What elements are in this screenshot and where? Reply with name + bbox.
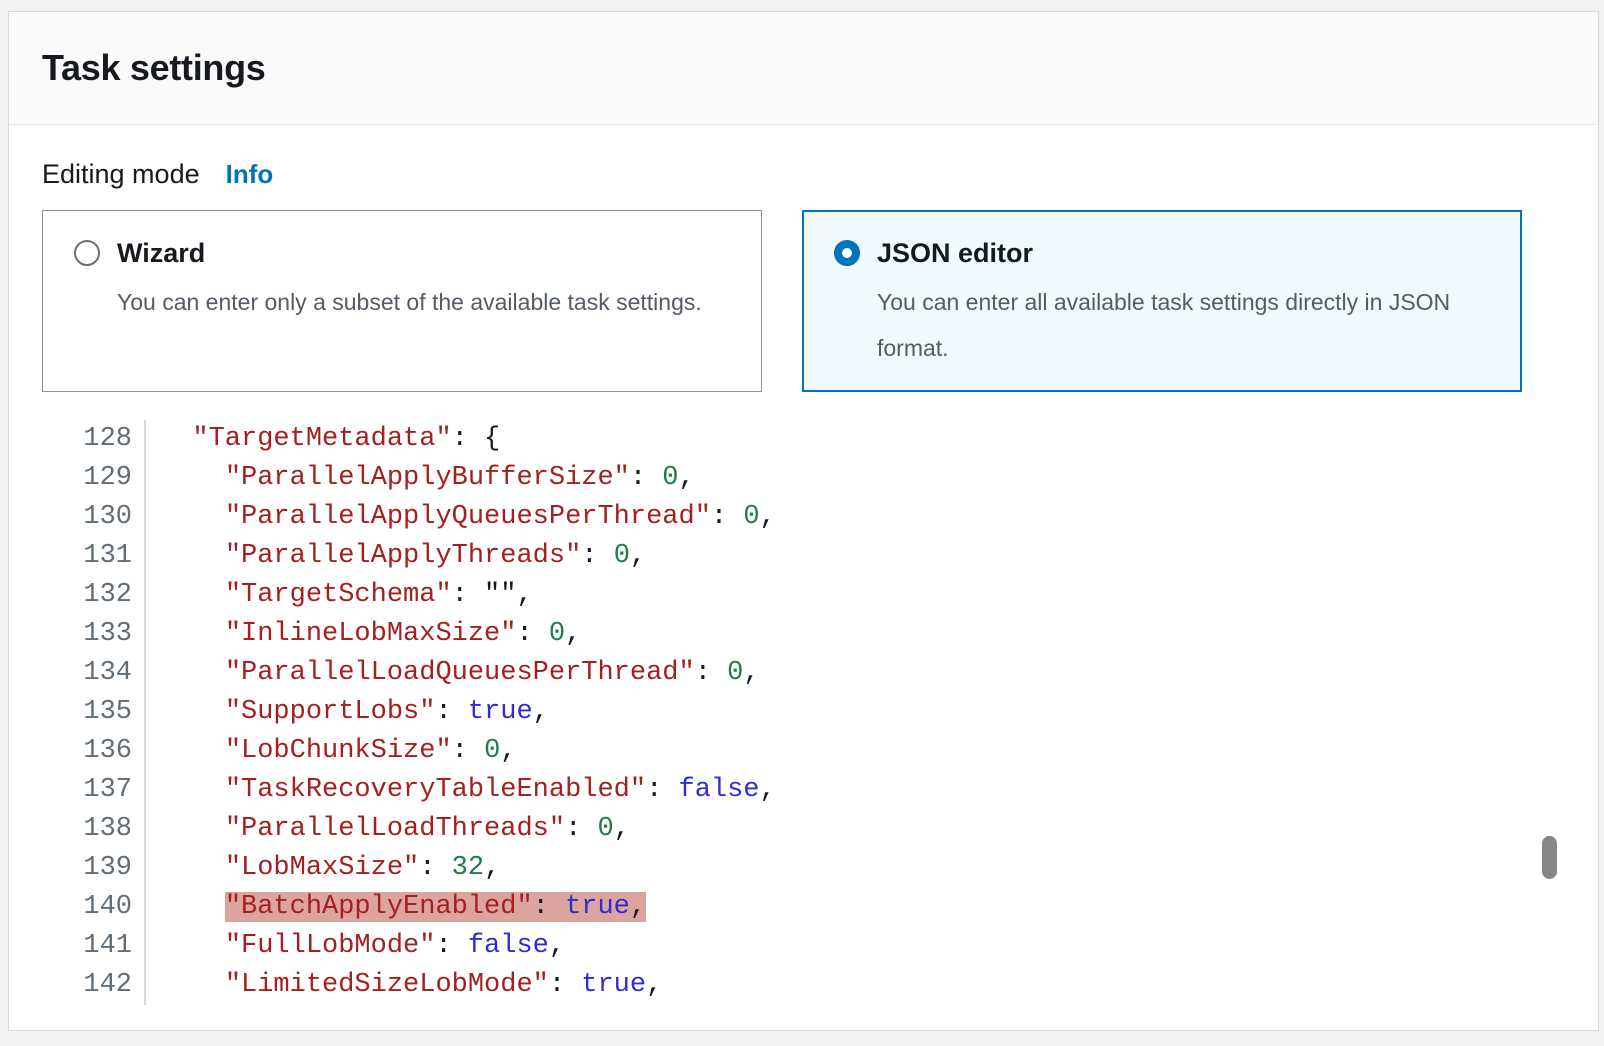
editing-mode-tiles: Wizard You can enter only a subset of th…	[42, 210, 1522, 392]
code-line[interactable]: 128 "TargetMetadata": {	[42, 420, 1598, 459]
panel-header: Task settings	[9, 12, 1598, 125]
line-number: 139	[42, 849, 146, 888]
code-line[interactable]: 140 "BatchApplyEnabled": true,	[42, 888, 1598, 927]
code-line[interactable]: 142 "LimitedSizeLobMode": true,	[42, 966, 1598, 1005]
page-title: Task settings	[42, 47, 266, 89]
line-number: 137	[42, 771, 146, 810]
code-text[interactable]: "ParallelApplyBufferSize": 0,	[146, 459, 695, 498]
info-link[interactable]: Info	[226, 159, 274, 190]
task-settings-panel: Task settings Editing mode Info Wizard Y…	[8, 11, 1599, 1031]
line-number: 138	[42, 810, 146, 849]
code-text[interactable]: "FullLobMode": false,	[146, 927, 565, 966]
editing-mode-label: Editing mode	[42, 159, 200, 190]
code-line[interactable]: 137 "TaskRecoveryTableEnabled": false,	[42, 771, 1598, 810]
code-text[interactable]: "SupportLobs": true,	[146, 693, 549, 732]
line-number: 135	[42, 693, 146, 732]
radio-wizard-icon[interactable]	[74, 240, 100, 266]
code-line[interactable]: 141 "FullLobMode": false,	[42, 927, 1598, 966]
code-line[interactable]: 131 "ParallelApplyThreads": 0,	[42, 537, 1598, 576]
line-number: 140	[42, 888, 146, 927]
panel-content: Editing mode Info Wizard You can enter o…	[9, 125, 1598, 1005]
line-number: 129	[42, 459, 146, 498]
tile-wizard-description: You can enter only a subset of the avail…	[117, 279, 702, 325]
code-text[interactable]: "LobMaxSize": 32,	[146, 849, 500, 888]
code-text[interactable]: "ParallelLoadQueuesPerThread": 0,	[146, 654, 760, 693]
line-number: 130	[42, 498, 146, 537]
code-text[interactable]: "BatchApplyEnabled": true,	[146, 888, 646, 927]
code-text[interactable]: "TargetSchema": "",	[146, 576, 533, 615]
tile-json-editor-label: JSON editor	[877, 235, 1497, 271]
line-number: 134	[42, 654, 146, 693]
code-text[interactable]: "LimitedSizeLobMode": true,	[146, 966, 662, 1005]
tile-json-editor[interactable]: JSON editor You can enter all available …	[802, 210, 1522, 392]
code-line[interactable]: 135 "SupportLobs": true,	[42, 693, 1598, 732]
code-text[interactable]: "LobChunkSize": 0,	[146, 732, 516, 771]
code-text[interactable]: "InlineLobMaxSize": 0,	[146, 615, 581, 654]
line-number: 141	[42, 927, 146, 966]
code-text[interactable]: "TaskRecoveryTableEnabled": false,	[146, 771, 776, 810]
tile-wizard[interactable]: Wizard You can enter only a subset of th…	[42, 210, 762, 392]
editing-mode-row: Editing mode Info	[42, 159, 1598, 190]
code-text[interactable]: "ParallelApplyQueuesPerThread": 0,	[146, 498, 776, 537]
code-line[interactable]: 129 "ParallelApplyBufferSize": 0,	[42, 459, 1598, 498]
code-line[interactable]: 132 "TargetSchema": "",	[42, 576, 1598, 615]
json-code-editor[interactable]: 128 "TargetMetadata": {129 "ParallelAppl…	[42, 420, 1598, 1005]
radio-dot	[842, 248, 852, 258]
code-line[interactable]: 133 "InlineLobMaxSize": 0,	[42, 615, 1598, 654]
scrollbar-thumb[interactable]	[1542, 836, 1557, 879]
line-number: 128	[42, 420, 146, 459]
code-line[interactable]: 134 "ParallelLoadQueuesPerThread": 0,	[42, 654, 1598, 693]
code-text[interactable]: "ParallelApplyThreads": 0,	[146, 537, 646, 576]
line-number: 142	[42, 966, 146, 1005]
tile-json-editor-description: You can enter all available task setting…	[877, 279, 1497, 371]
code-line[interactable]: 138 "ParallelLoadThreads": 0,	[42, 810, 1598, 849]
code-text[interactable]: "TargetMetadata": {	[146, 420, 500, 459]
line-number: 132	[42, 576, 146, 615]
code-line[interactable]: 139 "LobMaxSize": 32,	[42, 849, 1598, 888]
line-number: 133	[42, 615, 146, 654]
tile-wizard-label: Wizard	[117, 235, 702, 271]
radio-json-editor-icon[interactable]	[834, 240, 860, 266]
code-line[interactable]: 130 "ParallelApplyQueuesPerThread": 0,	[42, 498, 1598, 537]
code-line[interactable]: 136 "LobChunkSize": 0,	[42, 732, 1598, 771]
highlighted-code: "BatchApplyEnabled": true,	[225, 892, 646, 922]
line-number: 136	[42, 732, 146, 771]
code-text[interactable]: "ParallelLoadThreads": 0,	[146, 810, 630, 849]
line-number: 131	[42, 537, 146, 576]
